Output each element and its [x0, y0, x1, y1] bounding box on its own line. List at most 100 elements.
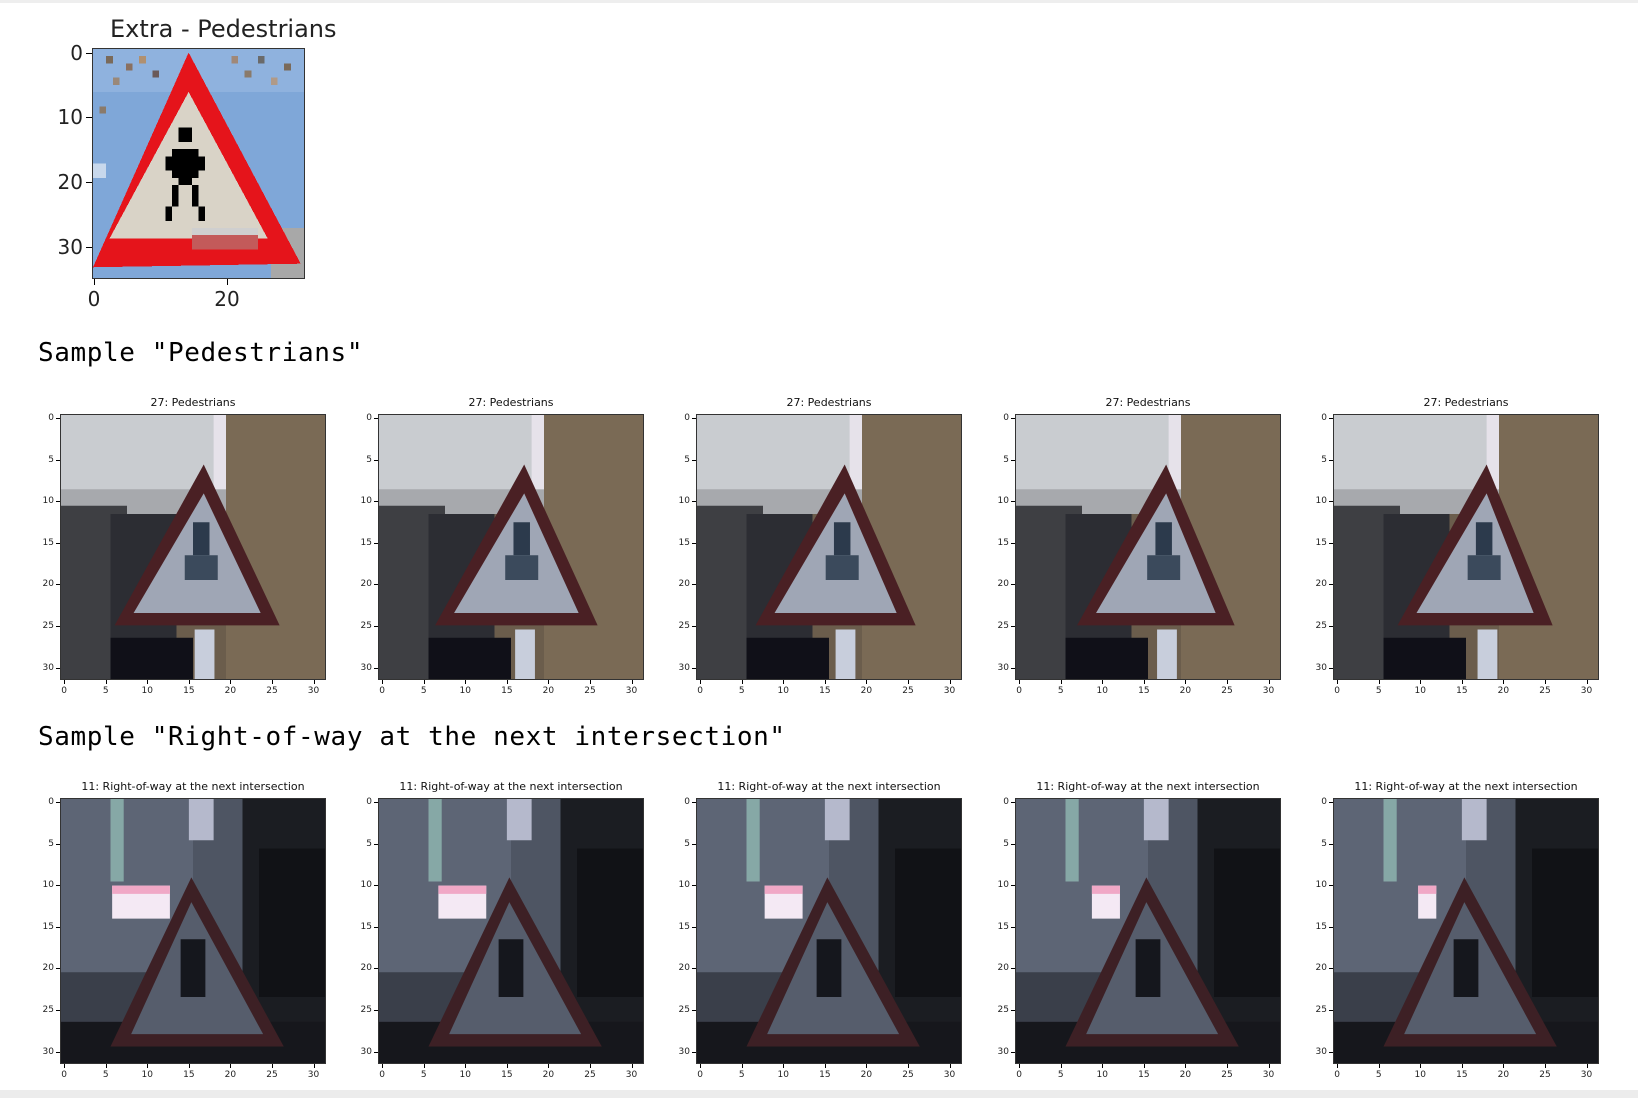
- sample-figure-title: 11: Right-of-way at the next intersectio…: [81, 780, 305, 793]
- y-tick: 15: [998, 538, 1015, 548]
- section-heading-right-of-way: Sample "Right-of-way at the next interse…: [38, 722, 786, 752]
- y-tick: 5: [682, 455, 696, 465]
- y-tick: 10: [1316, 496, 1333, 506]
- y-tick: 20: [998, 579, 1015, 589]
- sample-figure-pedestrians-5: 27: Pedestrians 0 0 5 5 10 10 15 15 20 20 25 25 30 30: [1316, 392, 1605, 702]
- x-tick: 30: [626, 680, 637, 698]
- y-tick: 5: [1319, 455, 1333, 465]
- x-tick: 30: [308, 680, 319, 698]
- x-tick: 10: [778, 1064, 789, 1082]
- sample-figure-right-of-way-3: 11: Right-of-way at the next intersectio…: [679, 776, 968, 1086]
- y-tick: 5: [682, 839, 696, 849]
- y-tick: 10: [361, 496, 378, 506]
- pedestrian-sign-image: [378, 414, 644, 680]
- x-tick: 10: [1415, 680, 1426, 698]
- y-tick: 0: [46, 413, 60, 423]
- y-tick: 30: [998, 1047, 1015, 1057]
- x-tick: 15: [1456, 1064, 1468, 1082]
- y-tick: 25: [1316, 621, 1333, 631]
- y-tick: 5: [46, 455, 60, 465]
- x-tick: 10: [778, 680, 789, 698]
- y-tick: 0: [1319, 797, 1333, 807]
- x-tick: 0: [377, 1064, 387, 1082]
- x-tick: 0: [1014, 1064, 1024, 1082]
- y-tick: 5: [1319, 839, 1333, 849]
- x-tick: 5: [1056, 680, 1066, 698]
- y-tick: 30: [361, 1047, 378, 1057]
- x-tick: 10: [142, 1064, 153, 1082]
- y-tick: 30: [361, 663, 378, 673]
- y-tick: 10: [43, 496, 60, 506]
- sample-figure-title: 27: Pedestrians: [468, 396, 554, 409]
- x-tick: 25: [584, 1064, 596, 1082]
- pedestrian-sign-image: [1333, 414, 1599, 680]
- y-tick: 10: [43, 880, 60, 890]
- x-tick: 15: [183, 680, 195, 698]
- y-tick: 30: [1316, 663, 1333, 673]
- x-tick: 20: [543, 680, 554, 698]
- x-tick: 10: [460, 1064, 471, 1082]
- y-tick: 20: [43, 579, 60, 589]
- y-tick: 15: [361, 922, 378, 932]
- x-tick: 5: [101, 1064, 111, 1082]
- sample-figure-title: 27: Pedestrians: [150, 396, 236, 409]
- y-tick: 5: [364, 455, 378, 465]
- sample-figure-title: 27: Pedestrians: [1423, 396, 1509, 409]
- x-tick: 25: [902, 1064, 914, 1082]
- x-tick: 30: [944, 680, 955, 698]
- x-tick: 25: [266, 1064, 278, 1082]
- x-tick: 20: [225, 1064, 236, 1082]
- intersection-sign-image: [1333, 798, 1599, 1064]
- pedestrian-sign-image: [60, 414, 326, 680]
- x-tick: 30: [1263, 1064, 1274, 1082]
- y-tick: 20: [43, 963, 60, 973]
- pedestrian-sign-image: [1015, 414, 1281, 680]
- y-tick: 15: [679, 922, 696, 932]
- y-tick: 25: [361, 1005, 378, 1015]
- x-tick: 15: [1138, 680, 1150, 698]
- x-tick: 25: [1221, 1064, 1233, 1082]
- y-tick: 30: [679, 663, 696, 673]
- intersection-sign-image: [696, 798, 962, 1064]
- extra-figure-title: Extra - Pedestrians: [110, 15, 337, 43]
- y-tick: 10: [679, 880, 696, 890]
- y-tick: 15: [998, 922, 1015, 932]
- y-tick: 20: [998, 963, 1015, 973]
- y-tick: 30: [679, 1047, 696, 1057]
- y-tick: 0: [1319, 413, 1333, 423]
- y-tick: 0: [682, 413, 696, 423]
- x-tick: 25: [1221, 680, 1233, 698]
- x-tick: 0: [695, 1064, 705, 1082]
- x-tick: 30: [944, 1064, 955, 1082]
- x-tick: 25: [1539, 1064, 1551, 1082]
- x-tick: 15: [1456, 680, 1468, 698]
- y-tick: 20: [361, 579, 378, 589]
- x-tick: 10: [460, 680, 471, 698]
- x-tick: 5: [1056, 1064, 1066, 1082]
- x-tick: 20: [1180, 680, 1191, 698]
- y-tick: 5: [46, 839, 60, 849]
- x-tick: 25: [902, 680, 914, 698]
- sample-figure-right-of-way-4: 11: Right-of-way at the next intersectio…: [998, 776, 1287, 1086]
- y-tick: 10: [361, 880, 378, 890]
- x-tick: 5: [101, 680, 111, 698]
- top-border: [0, 0, 1638, 3]
- x-tick: 10: [142, 680, 153, 698]
- x-tick: 0: [377, 680, 387, 698]
- y-tick: 10: [679, 496, 696, 506]
- y-tick: 0: [364, 413, 378, 423]
- y-tick: 25: [1316, 1005, 1333, 1015]
- y-tick: 0: [364, 797, 378, 807]
- y-tick: 25: [998, 1005, 1015, 1015]
- pedestrian-sign-image: [696, 414, 962, 680]
- x-tick: 20: [543, 1064, 554, 1082]
- sample-figure-pedestrians-1: 27: Pedestrians 0 0 5 5 10 10 15 15 20 20 25 25 30 30: [43, 392, 332, 702]
- x-tick: 5: [1374, 680, 1384, 698]
- y-tick: 10: [998, 880, 1015, 890]
- y-tick: 20: [679, 963, 696, 973]
- y-tick: 25: [43, 621, 60, 631]
- y-tick: 10: [998, 496, 1015, 506]
- x-tick: 0: [59, 1064, 69, 1082]
- x-tick: 5: [737, 1064, 747, 1082]
- x-tick: 20: [225, 680, 236, 698]
